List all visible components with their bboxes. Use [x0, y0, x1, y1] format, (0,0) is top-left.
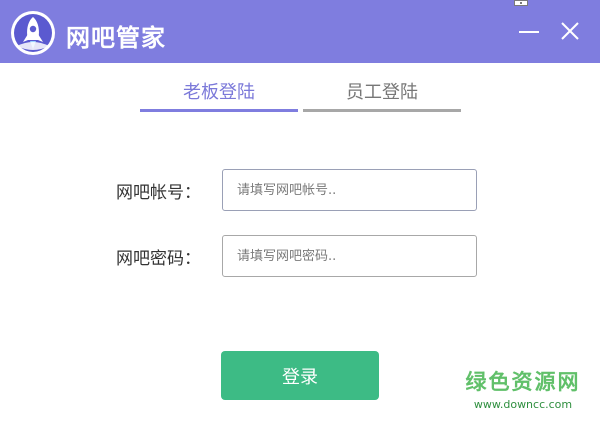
app-title: 网吧管家 [66, 24, 166, 52]
tab-staff-login[interactable]: 员工登陆 [303, 78, 461, 112]
watermark-title: 绿色资源网 [465, 370, 581, 394]
tab-staff-login-label: 员工登陆 [346, 82, 418, 103]
window-handle-icon [514, 0, 528, 6]
account-input[interactable] [222, 169, 477, 211]
minimize-icon[interactable] [517, 19, 541, 43]
account-label: 网吧帐号： [116, 183, 201, 203]
login-button[interactable]: 登录 [221, 351, 379, 400]
tab-owner-login[interactable]: 老板登陆 [140, 78, 298, 112]
tab-owner-underline [140, 109, 298, 112]
password-input[interactable] [222, 235, 477, 277]
watermark-url: www.downcc.com [473, 398, 573, 411]
title-bar: 网吧管家 [0, 0, 600, 63]
rocket-logo-icon [11, 11, 55, 55]
close-icon[interactable] [558, 19, 582, 43]
watermark: 绿色资源网 www.downcc.com [458, 366, 588, 411]
tab-staff-underline [303, 109, 461, 112]
password-label: 网吧密码： [116, 249, 201, 269]
tab-owner-login-label: 老板登陆 [183, 82, 255, 103]
